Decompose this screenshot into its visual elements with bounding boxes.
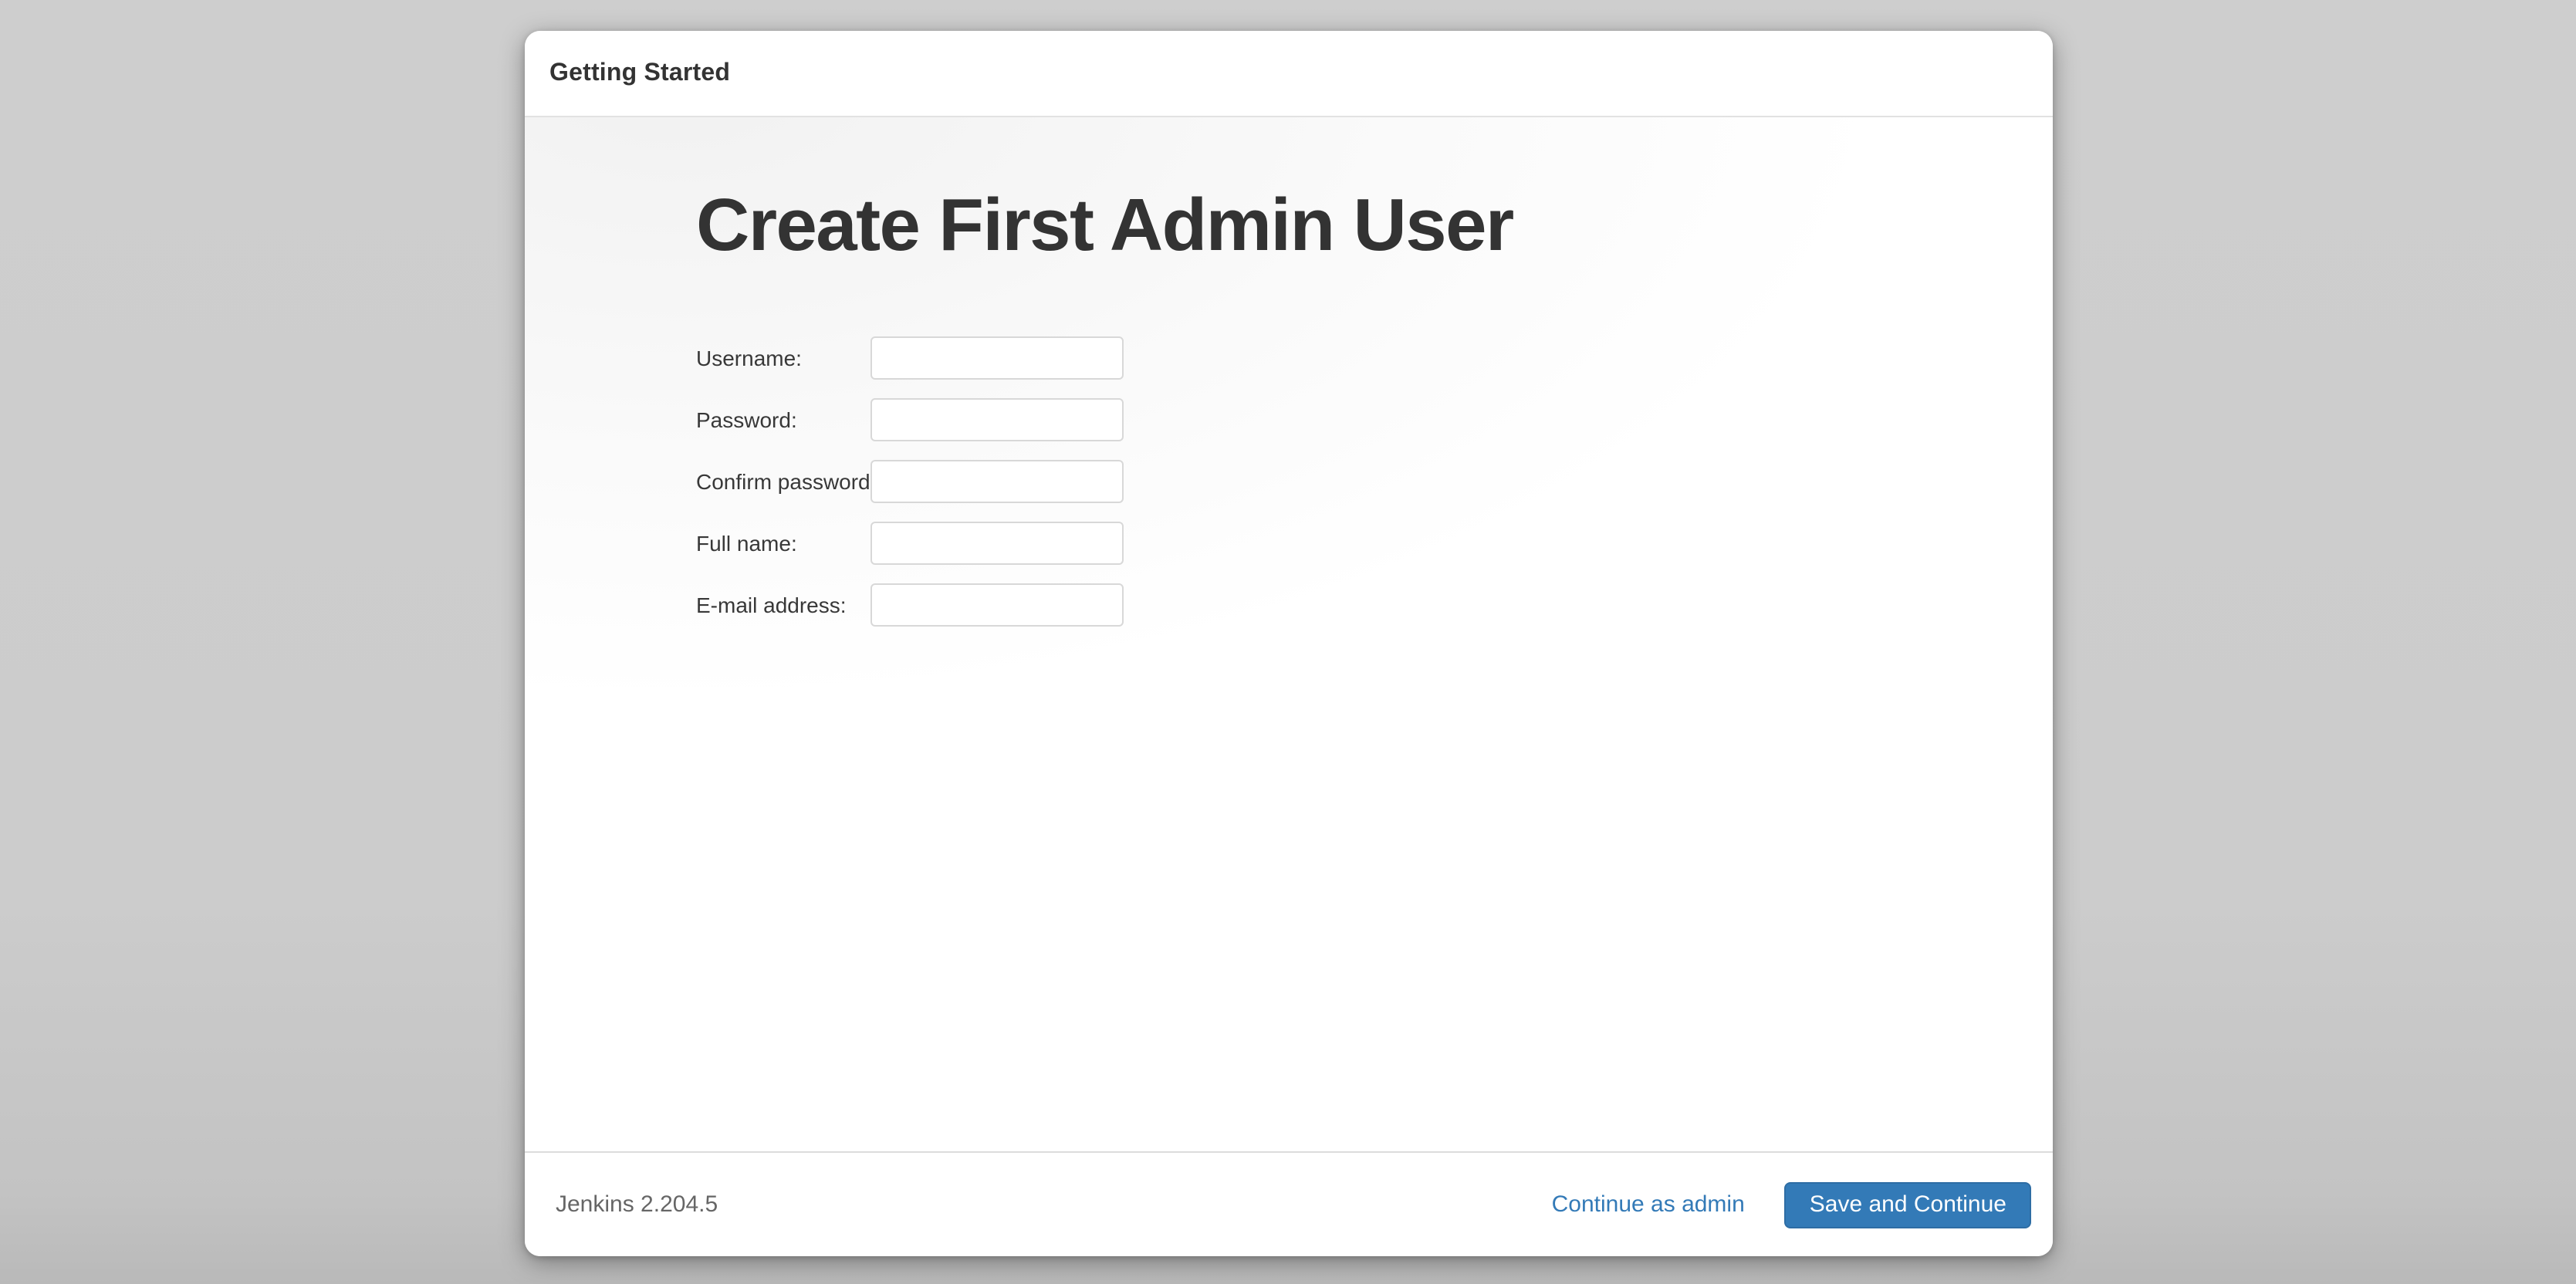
form-row-full-name: Full name: (696, 521, 2053, 564)
form-row-confirm-password: Confirm password: (696, 459, 2053, 502)
form-row-email: E-mail address: (696, 583, 2053, 626)
password-input[interactable] (870, 397, 1124, 441)
username-input[interactable] (870, 336, 1124, 379)
form-row-username: Username: (696, 336, 2053, 379)
full-name-input[interactable] (870, 521, 1124, 564)
dialog-header: Getting Started (525, 31, 2053, 117)
username-label: Username: (696, 345, 870, 370)
dialog-footer: Jenkins 2.204.5 Continue as admin Save a… (525, 1151, 2053, 1256)
email-address-label: E-mail address: (696, 592, 870, 617)
save-and-continue-button[interactable]: Save and Continue (1785, 1181, 2031, 1228)
page-title: Create First Admin User (696, 182, 2053, 271)
password-label: Password: (696, 407, 870, 431)
continue-as-admin-link[interactable]: Continue as admin (1552, 1191, 1745, 1218)
email-address-input[interactable] (870, 583, 1124, 626)
dialog-title: Getting Started (549, 59, 730, 87)
getting-started-dialog: Getting Started Create First Admin User … (525, 31, 2053, 1256)
admin-user-form: Username: Password: Confirm password: Fu… (696, 336, 2053, 626)
jenkins-version-label: Jenkins 2.204.5 (556, 1191, 718, 1218)
confirm-password-input[interactable] (870, 459, 1124, 502)
confirm-password-label: Confirm password: (696, 468, 870, 493)
dialog-content: Create First Admin User Username: Passwo… (525, 117, 2053, 1151)
page-backdrop: Getting Started Create First Admin User … (0, 0, 2576, 1284)
form-row-password: Password: (696, 397, 2053, 441)
full-name-label: Full name: (696, 530, 870, 555)
